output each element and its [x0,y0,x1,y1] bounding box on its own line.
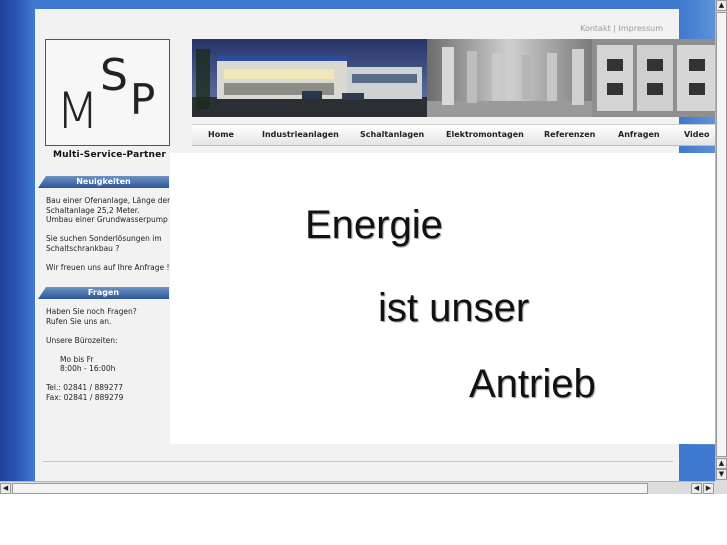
scroll-up-arrow-icon[interactable]: ▲ [716,0,727,11]
questions-line [46,374,170,384]
nav-home[interactable]: Home [208,125,234,145]
questions-heading: Fragen [38,287,169,299]
slogan-line-1: Energie [305,203,443,247]
nav-industrieanlagen[interactable]: Industrieanlagen [262,125,339,145]
news-text: Bau einer Ofenanlage, Länge der Schaltan… [46,196,170,272]
questions-line: Fax: 02841 / 889279 [46,392,124,402]
nav-elektromontagen[interactable]: Elektromontagen [446,125,524,145]
scroll-left-arrow-icon[interactable]: ◀ [0,483,11,494]
questions-line: Mo bis Fr [60,354,94,364]
questions-line [46,326,170,336]
vertical-scroll-thumb[interactable] [716,12,727,457]
news-heading: Neuigkeiten [38,176,169,188]
horizontal-scroll-thumb[interactable] [12,483,648,494]
top-links-separator: | [613,24,616,33]
logo-letter-s: S [100,50,128,101]
page-edge-background [680,445,715,481]
scroll-up-arrow-icon-lower[interactable]: ▲ [716,458,727,469]
footer-divider [43,461,673,462]
scroll-down-arrow-icon[interactable]: ▼ [716,469,727,480]
questions-line: 8:00h - 16:00h [60,364,116,373]
news-line: Schaltanlage 25,2 Meter. [46,205,140,215]
scroll-right-arrow-icon[interactable]: ▶ [703,483,714,494]
browser-viewport: Kontakt | Impressum M S P Multi-Service-… [0,0,715,481]
nav-referenzen[interactable]: Referenzen [544,125,595,145]
questions-text: Haben Sie noch Fragen? Rufen Sie uns an.… [46,307,170,402]
news-line: Umbau einer Grundwasserpump [46,215,168,224]
brand-name: Multi-Service-Partner [53,150,167,160]
horizontal-scrollbar[interactable]: ◀ ◀ ▶ [0,481,715,494]
nav-anfragen[interactable]: Anfragen [618,125,660,145]
imprint-link[interactable]: Impressum [619,24,663,33]
company-logo[interactable]: M S P [45,39,170,146]
news-line [46,253,170,263]
vertical-scrollbar[interactable]: ▲ ▲ ▼ [715,0,727,481]
main-content: Energie ist unser Antrieb [170,153,715,444]
main-navigation: Home Industrieanlagen Schaltanlagen Elek… [192,124,715,146]
scroll-left-arrow-icon-right[interactable]: ◀ [691,483,702,494]
logo-letter-p: P [130,75,155,124]
slogan-line-3: Antrieb [469,362,596,406]
news-line [46,225,170,235]
questions-line: Rufen Sie uns an. [46,316,112,326]
news-line: Bau einer Ofenanlage, Länge der [46,196,170,205]
questions-line: Haben Sie noch Fragen? [46,307,137,316]
page-container: Kontakt | Impressum M S P Multi-Service-… [35,9,715,481]
questions-line: Tel.: 02841 / 889277 [46,383,124,392]
top-links: Kontakt | Impressum [580,24,663,33]
news-line: Wir freuen uns auf Ihre Anfrage ! [46,262,170,272]
nav-schaltanlagen[interactable]: Schaltanlagen [360,125,424,145]
logo-letter-m: M [56,82,99,140]
nav-video[interactable]: Video [684,125,709,145]
scrollbar-corner [715,481,727,494]
slogan-line-2: ist unser [378,286,530,330]
contact-link[interactable]: Kontakt [580,24,611,33]
questions-line [46,345,170,355]
news-line: Sie suchen Sonderlösungen im [46,234,162,243]
questions-line: Unsere Bürozeiten: [46,335,118,345]
news-line: Schaltschrankbau ? [46,243,120,253]
header-banner-image [192,39,715,117]
